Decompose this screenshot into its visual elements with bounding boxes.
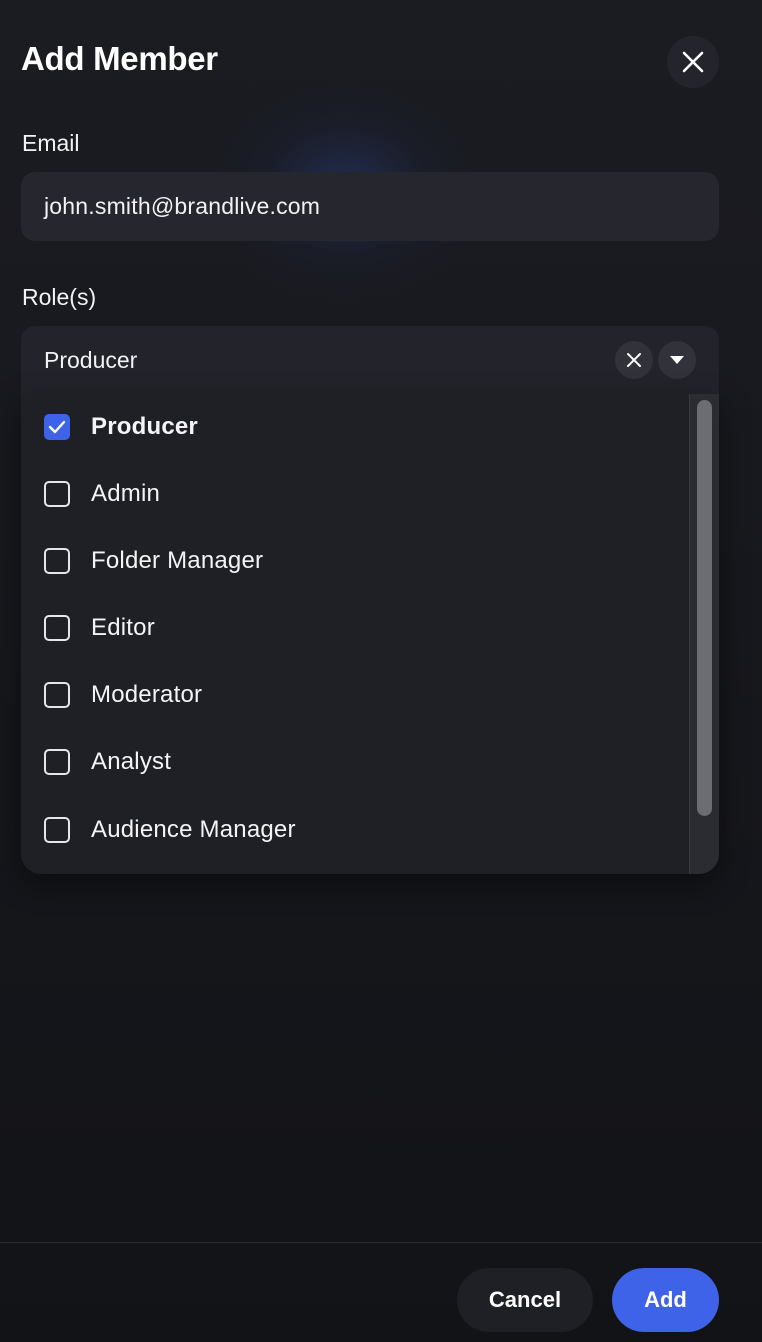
- email-field[interactable]: john.smith@brandlive.com: [21, 172, 719, 241]
- role-option-admin[interactable]: Admin: [21, 462, 689, 526]
- role-option-editor[interactable]: Editor: [21, 596, 689, 660]
- admin-checkbox[interactable]: [44, 481, 70, 507]
- add-button[interactable]: Add: [612, 1268, 719, 1332]
- role-option-label: Folder Manager: [91, 547, 264, 574]
- moderator-checkbox[interactable]: [44, 682, 70, 708]
- role-option-label: Moderator: [91, 681, 203, 708]
- producer-checkbox[interactable]: [44, 414, 70, 440]
- role-option-analyst[interactable]: Analyst: [21, 730, 689, 794]
- role-option-label: Editor: [91, 614, 155, 641]
- folder-manager-checkbox[interactable]: [44, 548, 70, 574]
- roles-dropdown-toggle[interactable]: [658, 341, 696, 379]
- email-value: john.smith@brandlive.com: [44, 193, 321, 219]
- role-option-folder-manager[interactable]: Folder Manager: [21, 529, 689, 593]
- checkmark-icon: [48, 420, 66, 434]
- close-icon: [682, 51, 704, 73]
- footer-divider: [0, 1242, 762, 1243]
- analyst-checkbox[interactable]: [44, 749, 70, 775]
- role-option-audience-manager[interactable]: Audience Manager: [21, 798, 689, 862]
- role-option-label: Admin: [91, 480, 161, 507]
- roles-dropdown-menu: Producer Admin Folder Manager Editor Mod…: [21, 394, 719, 874]
- modal-title: Add Member: [21, 40, 218, 77]
- dropdown-scrollbar-thumb[interactable]: [697, 400, 712, 816]
- role-option-moderator[interactable]: Moderator: [21, 663, 689, 727]
- role-option-label: Producer: [91, 413, 198, 440]
- email-label: Email: [22, 130, 80, 156]
- clear-roles-button[interactable]: [615, 341, 653, 379]
- caret-down-icon: [670, 356, 684, 364]
- roles-label: Role(s): [22, 284, 97, 310]
- close-button[interactable]: [667, 36, 719, 88]
- roles-selected-value: Producer: [44, 346, 138, 373]
- audience-manager-checkbox[interactable]: [44, 817, 70, 843]
- role-option-label: Audience Manager: [91, 816, 296, 843]
- close-icon: [627, 353, 641, 367]
- editor-checkbox[interactable]: [44, 615, 70, 641]
- roles-select[interactable]: Producer: [21, 326, 719, 394]
- role-option-label: Analyst: [91, 748, 172, 775]
- role-option-producer[interactable]: Producer: [21, 395, 689, 459]
- cancel-button[interactable]: Cancel: [457, 1268, 593, 1332]
- add-member-modal: Add Member Email john.smith@brandlive.co…: [0, 0, 762, 1342]
